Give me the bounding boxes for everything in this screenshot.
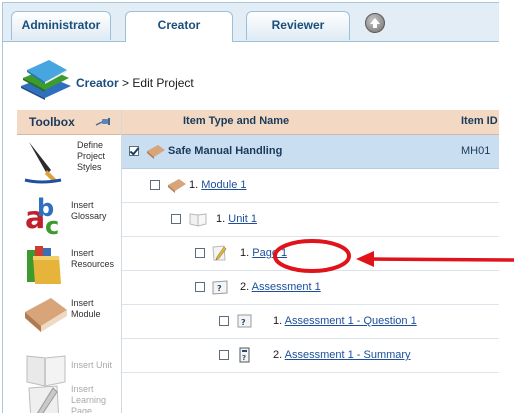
- row-label: Safe Manual Handling: [168, 145, 282, 157]
- table-row[interactable]: ? 2. Assessment 1: [122, 271, 499, 305]
- tool-label: Insert Learning Page: [71, 384, 107, 413]
- pen-nib-icon: [24, 142, 62, 184]
- row-number: 2.: [273, 349, 283, 361]
- column-item-type-and-name[interactable]: Item Type and Name: [183, 115, 289, 127]
- up-arrow-button[interactable]: [365, 13, 385, 33]
- summary-icon: ?: [239, 347, 250, 363]
- tab-bar: Administrator Creator Reviewer: [3, 3, 499, 42]
- tab-creator[interactable]: Creator: [125, 11, 233, 42]
- toolbox-title: Toolbox: [29, 115, 75, 129]
- tool-label: Define Project Styles: [77, 140, 106, 172]
- table-row[interactable]: ? 2. Assessment 1 - Summary: [122, 339, 499, 373]
- svg-text:?: ?: [242, 354, 246, 362]
- row-name-link[interactable]: Module 1: [201, 179, 246, 191]
- row-name-link[interactable]: Assessment 1 - Question 1: [285, 315, 417, 327]
- svg-text:?: ?: [241, 318, 246, 327]
- pencil-page-icon: [212, 245, 227, 261]
- tool-label: Insert Unit: [71, 360, 113, 370]
- row-name-link[interactable]: Assessment 1: [252, 281, 321, 293]
- row-label: 1. Unit 1: [216, 213, 257, 225]
- assessment-icon: ?: [212, 280, 228, 295]
- row-number: 1.: [189, 179, 199, 191]
- breadcrumb-separator: >: [122, 76, 130, 90]
- page-header: Creator > Edit Project: [3, 42, 499, 110]
- row-label: 1. Module 1: [189, 179, 247, 191]
- pencil-page-icon: [28, 385, 60, 413]
- book-icon: [147, 145, 165, 159]
- table-row[interactable]: ? 1. Assessment 1 - Question 1: [122, 305, 499, 339]
- row-checkbox[interactable]: [219, 350, 229, 360]
- table-row[interactable]: 1. Unit 1: [122, 203, 499, 237]
- row-name-link[interactable]: Assessment 1 - Summary: [285, 349, 411, 361]
- table-row[interactable]: Safe Manual Handling MH01: [122, 135, 499, 169]
- row-name-link[interactable]: Unit 1: [228, 213, 257, 225]
- row-name-link[interactable]: Page 1: [252, 247, 287, 259]
- row-checkbox[interactable]: [195, 282, 205, 292]
- row-number: 1.: [240, 247, 250, 259]
- book-icon: [25, 298, 67, 332]
- table-row[interactable]: 1. Page 1: [122, 237, 499, 271]
- books-stack-icon: [21, 60, 71, 100]
- tool-label: Insert Module: [71, 298, 101, 319]
- row-checkbox[interactable]: [150, 180, 160, 190]
- row-label: 1. Page 1: [240, 247, 287, 259]
- svg-text:?: ?: [217, 284, 222, 293]
- question-icon: ?: [237, 314, 252, 328]
- row-label: 2. Assessment 1 - Summary: [273, 349, 411, 361]
- table-row[interactable]: 1. Module 1: [122, 169, 499, 203]
- project-tree-grid: Item Type and Name Item ID Safe Manual H…: [122, 110, 499, 413]
- tool-insert-glossary[interactable]: a b c Insert Glossary: [17, 190, 121, 240]
- book-icon: [168, 179, 186, 193]
- folder-icon: [27, 246, 61, 284]
- tool-insert-learning-page: Insert Learning Page: [17, 378, 121, 413]
- row-number: 1.: [216, 213, 226, 225]
- pin-icon[interactable]: [95, 117, 111, 127]
- open-book-icon: [189, 213, 207, 227]
- svg-text:c: c: [45, 212, 59, 238]
- row-name[interactable]: Safe Manual Handling: [168, 145, 282, 157]
- row-label: 1. Assessment 1 - Question 1: [273, 315, 417, 327]
- tab-reviewer[interactable]: Reviewer: [246, 11, 350, 40]
- tool-insert-module[interactable]: Insert Module: [17, 288, 121, 338]
- row-checkbox[interactable]: [129, 146, 139, 156]
- tool-insert-resources[interactable]: Insert Resources: [17, 238, 121, 288]
- row-checkbox[interactable]: [171, 214, 181, 224]
- row-number: 2.: [240, 281, 250, 293]
- breadcrumb: Creator > Edit Project: [76, 76, 194, 90]
- tab-administrator[interactable]: Administrator: [11, 11, 111, 40]
- breadcrumb-current[interactable]: Creator: [76, 76, 119, 90]
- tool-define-project-styles[interactable]: Define Project Styles: [17, 136, 121, 186]
- row-number: 1.: [273, 315, 283, 327]
- abc-letters-icon: a b c: [25, 194, 59, 238]
- row-checkbox[interactable]: [195, 248, 205, 258]
- row-item-id: MH01: [461, 145, 491, 157]
- row-checkbox[interactable]: [219, 316, 229, 326]
- row-label: 2. Assessment 1: [240, 281, 321, 293]
- app-frame: Administrator Creator Reviewer Creator >…: [2, 2, 499, 413]
- toolbox-header: Toolbox: [17, 110, 121, 135]
- column-item-id[interactable]: Item ID: [461, 115, 498, 127]
- breadcrumb-page: Edit Project: [132, 76, 194, 90]
- tool-label: Insert Glossary: [71, 200, 107, 221]
- toolbox-panel: Toolbox Define Project Styles a b c Inse…: [17, 110, 122, 413]
- tool-label: Insert Resources: [71, 248, 115, 269]
- grid-header: Item Type and Name Item ID: [122, 110, 499, 135]
- up-arrow-icon: [370, 18, 380, 28]
